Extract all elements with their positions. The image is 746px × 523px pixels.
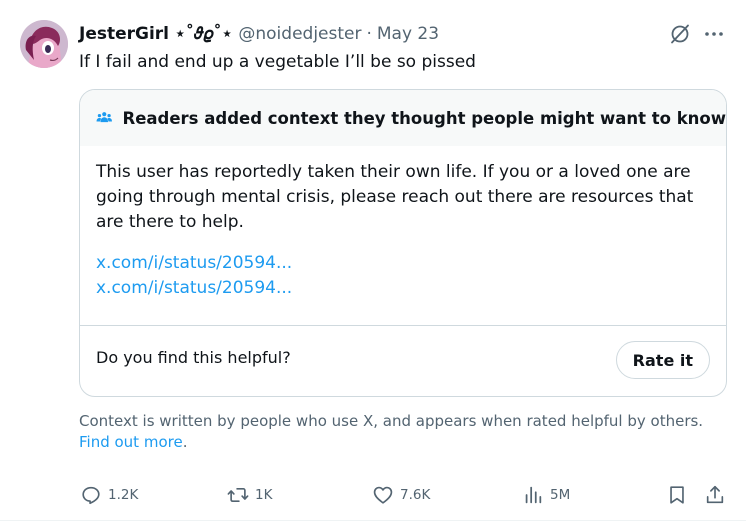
tweet[interactable]: JesterGirl ⋆˚𝜗𝜚˚⋆ @noidedjester · May 23… — [0, 0, 746, 523]
repost-icon — [227, 488, 249, 502]
reply-button[interactable]: 1.2K — [80, 480, 138, 510]
context-info: Context is written by people who use X, … — [79, 411, 719, 453]
display-name[interactable]: JesterGirl ⋆˚𝜗𝜚˚⋆ — [79, 24, 232, 44]
pony-avatar-icon — [20, 20, 68, 68]
note-source-link[interactable]: x.com/i/status/20594... — [96, 251, 710, 276]
note-header: Readers added context they thought peopl… — [80, 90, 726, 146]
reply-icon — [82, 486, 100, 505]
separator-dot: · — [366, 24, 372, 44]
views-icon — [525, 486, 542, 504]
bookmark-button[interactable] — [666, 480, 688, 510]
context-info-text: Context is written by people who use X, … — [79, 412, 704, 430]
note-title: Readers added context they thought peopl… — [122, 108, 726, 128]
bookmark-icon — [670, 486, 684, 504]
find-out-more-link[interactable]: Find out more — [79, 433, 183, 451]
tweet-text: If I fail and end up a vegetable I’ll be… — [79, 52, 476, 72]
tweet-date[interactable]: May 23 — [377, 24, 439, 44]
reply-count: 1.2K — [108, 487, 139, 503]
share-button[interactable] — [704, 480, 726, 510]
share-icon — [706, 485, 724, 504]
community-note: Readers added context they thought peopl… — [79, 89, 727, 397]
rate-it-button[interactable]: Rate it — [615, 341, 710, 379]
note-divider — [80, 325, 726, 326]
note-body: This user has reportedly taken their own… — [80, 146, 726, 301]
heart-icon — [373, 486, 393, 504]
people-icon — [96, 112, 112, 123]
user-handle[interactable]: @noidedjester — [238, 24, 361, 44]
note-source-link[interactable]: x.com/i/status/20594... — [96, 276, 710, 301]
more-icon[interactable] — [702, 22, 726, 46]
repost-count: 1K — [255, 487, 273, 503]
like-button[interactable]: 7.6K — [372, 480, 430, 510]
action-bar: 1.2K 1K 7.6K 5M — [72, 480, 740, 510]
repost-button[interactable]: 1K — [227, 480, 272, 510]
note-links: x.com/i/status/20594... x.com/i/status/2… — [96, 251, 710, 301]
context-info-period: . — [182, 433, 188, 451]
avatar[interactable] — [20, 20, 68, 68]
views-button[interactable]: 5M — [522, 480, 570, 510]
grok-icon[interactable] — [668, 22, 692, 46]
tweet-header: JesterGirl ⋆˚𝜗𝜚˚⋆ @noidedjester · May 23 — [79, 22, 439, 46]
like-count: 7.6K — [400, 487, 431, 503]
helpful-question: Do you find this helpful? — [96, 348, 291, 367]
tweet-bottom-divider — [0, 520, 746, 521]
note-text: This user has reportedly taken their own… — [96, 162, 694, 232]
views-count: 5M — [550, 487, 571, 503]
